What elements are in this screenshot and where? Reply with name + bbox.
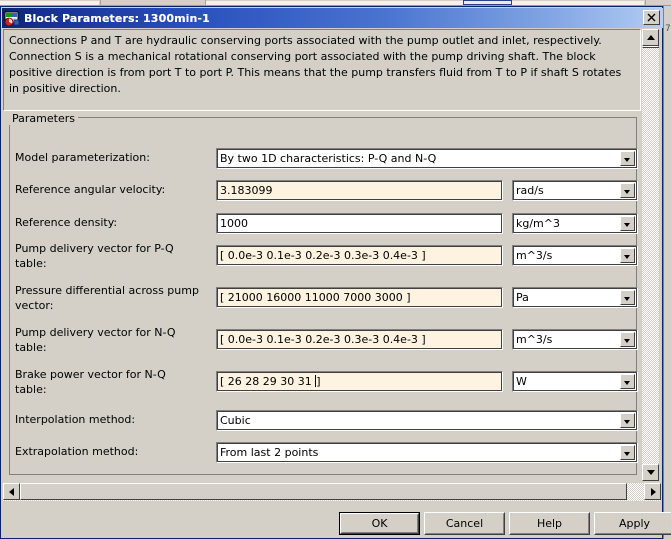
block-parameters-dialog: Block Parameters: 1300min-1 Connections … [0,6,671,539]
apply-button-label: Apply [618,517,651,530]
dialog-content-pane: Connections P and T are hydraulic conser… [3,29,661,481]
unit-value: Pa [516,291,529,304]
horizontal-scrollbar[interactable] [3,483,661,501]
field-label: Model parameterization: [15,151,150,164]
close-icon[interactable] [643,10,660,25]
scroll-left-arrow-icon[interactable] [3,483,20,500]
chevron-down-icon[interactable] [620,332,635,347]
field-label: Interpolation method: [15,413,136,426]
cancel-button[interactable]: Cancel [424,512,505,535]
simulink-block-icon [4,11,20,26]
field-value: [ 0.0e-3 0.1e-3 0.2e-3 0.3e-3 0.4e-3 ] [220,333,426,346]
field-value: [ 0.0e-3 0.1e-3 0.2e-3 0.3e-3 0.4e-3 ] [220,249,426,262]
field-value: Cubic [220,414,251,427]
help-button-label: Help [536,517,563,530]
chevron-down-icon[interactable] [620,374,635,389]
vertical-scrollbar-thumb[interactable] [642,46,659,48]
unit-combobox[interactable]: W [512,371,638,392]
scroll-right-arrow-icon[interactable] [644,483,661,500]
field-value-before-caret: [ 26 28 29 30 31 [220,375,316,388]
field-textbox[interactable]: [ 0.0e-3 0.1e-3 0.2e-3 0.3e-3 0.4e-3 ] [216,245,503,266]
field-combobox[interactable]: Cubic [216,410,638,431]
field-inner-border [217,214,502,233]
field-label: Reference density: [15,216,118,229]
field-label: Pump delivery vector for P-Q table: [15,242,174,270]
field-value: [ 26 28 29 30 31 ] [220,374,321,389]
unit-combobox[interactable]: rad/s [512,180,638,201]
field-combobox[interactable]: From last 2 points [216,442,638,463]
field-textbox[interactable]: [ 26 28 29 30 31 ] [216,371,503,392]
description-text: Connections P and T are hydraulic conser… [9,34,622,95]
field-label: Brake power vector for N-Q table: [15,368,166,396]
field-value-after-caret: ] [316,375,321,388]
adjacent-window-sliver: 7 [663,6,671,539]
field-inner-border [217,411,637,430]
block-description: Connections P and T are hydraulic conser… [3,29,641,111]
chevron-down-icon[interactable] [620,248,635,263]
title-bar[interactable]: Block Parameters: 1300min-1 [2,8,663,28]
help-button[interactable]: Help [509,512,590,535]
vertical-scrollbar[interactable] [642,29,659,481]
scroll-up-arrow-icon[interactable] [642,29,659,46]
chevron-down-icon[interactable] [620,216,635,231]
unit-combobox[interactable]: m^3/s [512,329,638,350]
unit-value: kg/m^3 [516,217,560,230]
unit-combobox[interactable]: Pa [512,287,638,308]
field-label: Extrapolation method: [15,445,139,458]
apply-button[interactable]: Apply [594,512,671,535]
ok-button[interactable]: OK [339,512,420,535]
field-label: Reference angular velocity: [15,183,166,196]
field-textbox[interactable]: 3.183099 [216,180,503,201]
dialog-button-bar: OK Cancel Help Apply [3,506,671,538]
chevron-down-icon[interactable] [620,183,635,198]
chevron-down-icon[interactable] [620,151,635,166]
field-value: From last 2 points [220,446,319,459]
unit-value: m^3/s [516,249,553,262]
sliver-mark: 7 [665,24,671,34]
field-textbox[interactable]: 1000 [216,213,503,234]
field-textbox[interactable]: [ 0.0e-3 0.1e-3 0.2e-3 0.3e-3 0.4e-3 ] [216,329,503,350]
field-label: Pressure differential across pump vector… [15,284,199,312]
field-textbox[interactable]: [ 21000 16000 11000 7000 3000 ] [216,287,503,308]
field-label: Pump delivery vector for N-Q table: [15,326,176,354]
chevron-down-icon[interactable] [620,413,635,428]
unit-inner-border [513,288,637,307]
unit-value: rad/s [516,184,544,197]
field-value: 1000 [220,217,248,230]
field-value: [ 21000 16000 11000 7000 3000 ] [220,291,411,304]
unit-value: W [516,375,527,388]
field-value: By two 1D characteristics: P-Q and N-Q [220,152,437,165]
chevron-down-icon[interactable] [620,445,635,460]
unit-combobox[interactable]: m^3/s [512,245,638,266]
parameters-group-label: Parameters [9,112,78,125]
field-combobox[interactable]: By two 1D characteristics: P-Q and N-Q [216,148,638,169]
cancel-button-label: Cancel [445,517,484,530]
chevron-down-icon[interactable] [620,290,635,305]
ok-button-label: OK [371,517,388,530]
unit-combobox[interactable]: kg/m^3 [512,213,638,234]
scroll-down-arrow-icon[interactable] [642,464,659,481]
window-title: Block Parameters: 1300min-1 [24,11,210,25]
unit-inner-border [513,372,637,391]
horizontal-scrollbar-thumb[interactable] [20,483,627,500]
unit-value: m^3/s [516,333,553,346]
field-value: 3.183099 [220,184,273,197]
